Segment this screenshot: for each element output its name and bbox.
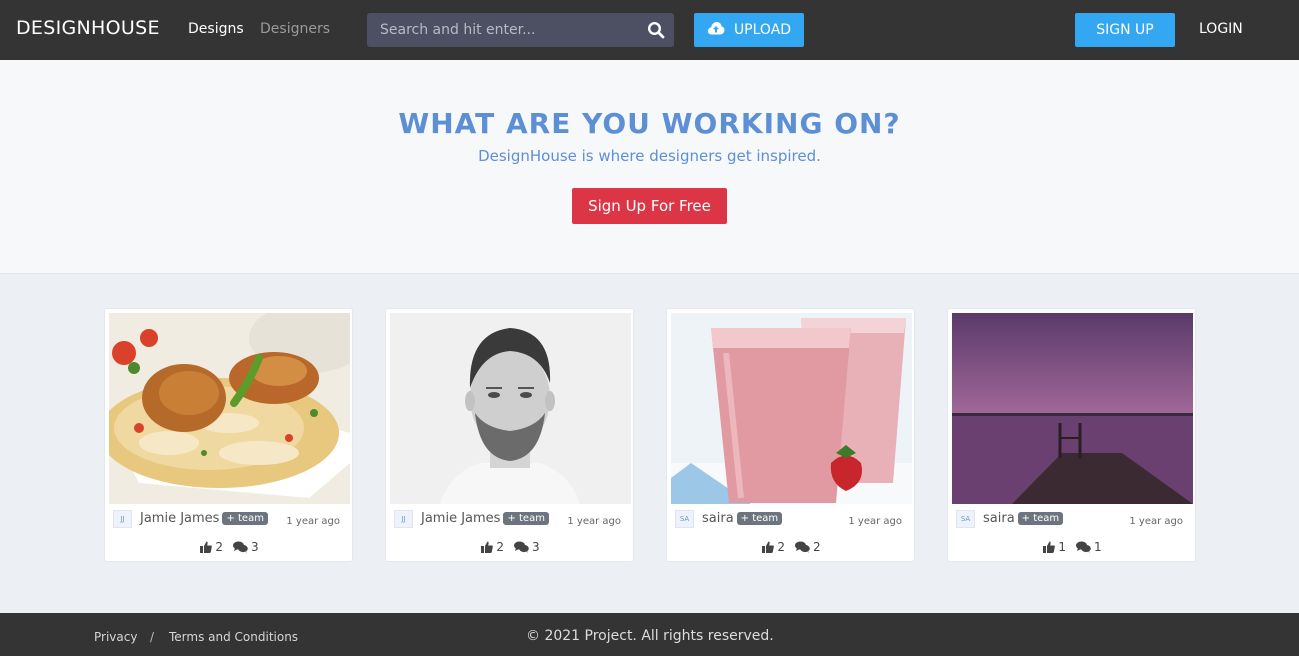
avatar[interactable]: SA (675, 510, 694, 528)
design-stats: 1 1 (948, 540, 1197, 554)
designer-name[interactable]: Jamie James (140, 511, 219, 526)
avatar[interactable]: JJ (113, 510, 132, 528)
signup-button[interactable]: SIGN UP (1075, 13, 1175, 47)
navbar: DESIGNHOUSE Designs Designers UPLOAD SIG… (0, 0, 1299, 60)
design-stats: 2 3 (386, 540, 635, 554)
team-badge: + team (222, 512, 268, 525)
designer-info: Jamie James + team (140, 511, 268, 526)
upload-label: UPLOAD (733, 22, 792, 38)
designer-info: saira + team (702, 511, 783, 526)
comment-count: 1 (1094, 540, 1102, 554)
post-time: 1 year ago (286, 516, 340, 527)
hero-subtitle: DesignHouse is where designers get inspi… (478, 147, 821, 165)
copyright-text: © 2021 Project. All rights reserved. (526, 628, 774, 644)
like-count: 1 (1058, 540, 1066, 554)
hero-title: WHAT ARE YOU WORKING ON? (398, 107, 901, 140)
nav-link-designers[interactable]: Designers (260, 21, 330, 37)
comments-icon[interactable] (514, 541, 529, 553)
post-time: 1 year ago (567, 516, 621, 527)
login-button[interactable]: LOGIN (1199, 21, 1243, 37)
thumbs-up-icon[interactable] (481, 541, 494, 553)
comments-icon[interactable] (1076, 541, 1091, 553)
like-count: 2 (215, 540, 223, 554)
cloud-upload-icon (707, 21, 725, 39)
thumbs-up-icon[interactable] (1043, 541, 1056, 553)
post-time: 1 year ago (848, 516, 902, 527)
thumbs-up-icon[interactable] (200, 541, 213, 553)
team-badge: + team (1017, 512, 1064, 525)
comments-icon[interactable] (795, 541, 810, 553)
design-card[interactable]: JJ Jamie James + team 1 year ago 2 3 (104, 308, 353, 562)
designer-name[interactable]: saira (983, 511, 1015, 526)
like-count: 2 (777, 540, 785, 554)
smoothie-photo[interactable] (671, 313, 912, 504)
design-card[interactable]: JJ Jamie James + team 1 year ago 2 3 (385, 308, 634, 562)
footer: Privacy / Terms and Conditions © 2021 Pr… (0, 613, 1299, 656)
design-stats: 2 2 (667, 540, 916, 554)
avatar[interactable]: JJ (394, 510, 413, 528)
nav-link-designs[interactable]: Designs (188, 21, 244, 37)
avatar[interactable]: SA (956, 510, 975, 528)
designer-name[interactable]: saira (702, 511, 734, 526)
privacy-link[interactable]: Privacy (94, 630, 137, 644)
search-input[interactable] (367, 13, 637, 47)
like-count: 2 (496, 540, 504, 554)
comment-count: 3 (532, 540, 540, 554)
team-badge: + team (503, 512, 549, 525)
hero-section: WHAT ARE YOU WORKING ON? DesignHouse is … (0, 60, 1299, 274)
terms-link[interactable]: Terms and Conditions (169, 630, 298, 644)
comment-count: 3 (251, 540, 259, 554)
signup-free-button[interactable]: Sign Up For Free (572, 188, 727, 224)
upload-button[interactable]: UPLOAD (694, 13, 804, 47)
portrait-photo[interactable] (390, 313, 631, 504)
design-stats: 2 3 (105, 540, 354, 554)
thumbs-up-icon[interactable] (762, 541, 775, 553)
post-time: 1 year ago (1129, 516, 1183, 527)
designer-info: Jamie James + team (421, 511, 549, 526)
comments-icon[interactable] (233, 541, 248, 553)
brand-logo[interactable]: DESIGNHOUSE (16, 17, 160, 39)
biryani-photo[interactable] (109, 313, 350, 504)
design-card[interactable]: SA saira + team 1 year ago 2 2 (666, 308, 915, 562)
designer-name[interactable]: Jamie James (421, 511, 500, 526)
dock-sunset-photo[interactable] (952, 313, 1193, 504)
design-card[interactable]: SA saira + team 1 year ago 1 1 (947, 308, 1196, 562)
team-badge: + team (736, 512, 783, 525)
comment-count: 2 (813, 540, 821, 554)
designer-info: saira + team (983, 511, 1064, 526)
footer-separator: / (150, 630, 155, 644)
search-icon[interactable] (647, 21, 665, 39)
search-bar (367, 13, 674, 47)
